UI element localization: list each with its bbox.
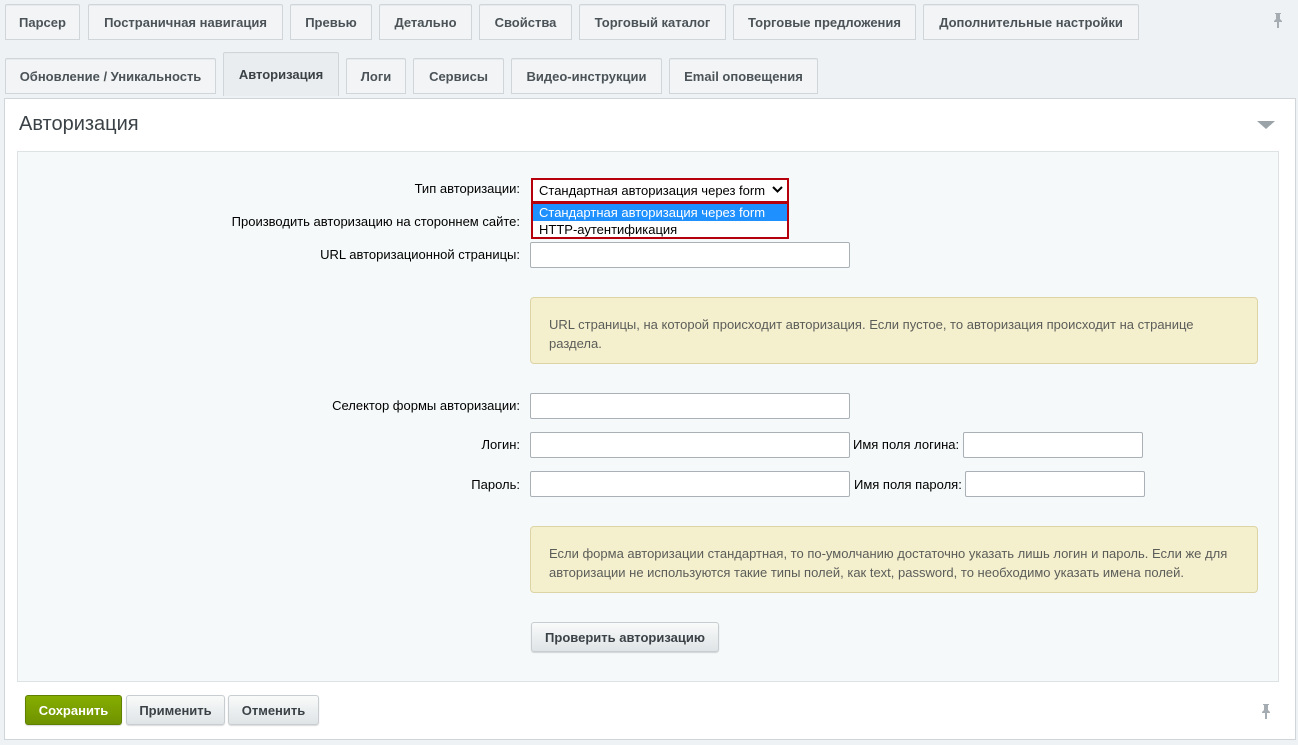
tab-pagination[interactable]: Постраничная навигация (88, 4, 283, 40)
auth-type-dropdown: Стандартная авторизация через form HTTP-… (531, 202, 789, 239)
password-label: Пароль: (471, 477, 520, 492)
tab-services[interactable]: Сервисы (413, 58, 504, 94)
tab-authorization[interactable]: Авторизация (223, 52, 339, 96)
url-label: URL авторизационной страницы: (320, 247, 520, 262)
tab-video-instructions[interactable]: Видео-инструкции (511, 58, 662, 94)
selector-input[interactable] (530, 393, 850, 419)
panel-title: Авторизация (19, 113, 139, 135)
fields-note: Если форма авторизации стандартная, то п… (530, 526, 1258, 593)
password-field-name-input[interactable] (965, 471, 1145, 497)
tab-logs[interactable]: Логи (346, 58, 406, 94)
tab-trade-catalog[interactable]: Торговый каталог (579, 4, 726, 40)
tab-trade-offers[interactable]: Торговые предложения (733, 4, 916, 40)
form-area: Тип авторизации: Стандартная авторизация… (17, 151, 1279, 682)
chevron-down-icon[interactable] (1257, 121, 1275, 129)
tab-update-uniqueness[interactable]: Обновление / Уникальность (5, 58, 216, 94)
tab-parser[interactable]: Парсер (5, 4, 80, 40)
url-note: URL страницы, на которой происходит авто… (530, 297, 1258, 364)
tab-row-secondary: Обновление / Уникальность Авторизация Ло… (0, 52, 1298, 96)
authorization-panel: Авторизация Тип авторизации: Стандартная… (4, 98, 1296, 740)
login-label: Логин: (481, 437, 520, 452)
apply-button[interactable]: Применить (126, 695, 225, 725)
password-field-name-label: Имя поля пароля: (854, 477, 962, 492)
password-input[interactable] (530, 471, 850, 497)
check-authorization-button[interactable]: Проверить авторизацию (531, 622, 719, 652)
auth-type-select[interactable]: Стандартная авторизация через form (531, 178, 789, 203)
tab-email-notifications[interactable]: Email оповещения (669, 58, 818, 94)
selector-label: Селектор формы авторизации: (332, 398, 520, 413)
tab-detail[interactable]: Детально (379, 4, 472, 40)
auth-type-value: Стандартная авторизация через form (539, 183, 766, 198)
save-button[interactable]: Сохранить (25, 695, 122, 725)
cancel-button[interactable]: Отменить (228, 695, 319, 725)
auth-type-label: Тип авторизации: (414, 181, 520, 196)
option-standard-form[interactable]: Стандартная авторизация через form (533, 204, 787, 221)
login-input[interactable] (530, 432, 850, 458)
login-field-name-input[interactable] (963, 432, 1143, 458)
pin-icon[interactable] (1272, 12, 1284, 31)
option-http-auth[interactable]: HTTP-аутентификация (533, 221, 787, 238)
tab-row-primary: Парсер Постраничная навигация Превью Дет… (0, 0, 1298, 42)
tab-additional-settings[interactable]: Дополнительные настройки (923, 4, 1139, 40)
login-field-name-label: Имя поля логина: (853, 437, 960, 452)
pin-icon[interactable] (1260, 703, 1272, 722)
url-input[interactable] (530, 242, 850, 268)
tab-properties[interactable]: Свойства (479, 4, 572, 40)
third-party-label: Производить авторизацию на стороннем сай… (231, 214, 520, 229)
tab-preview[interactable]: Превью (290, 4, 372, 40)
chevron-down-icon (772, 184, 783, 198)
